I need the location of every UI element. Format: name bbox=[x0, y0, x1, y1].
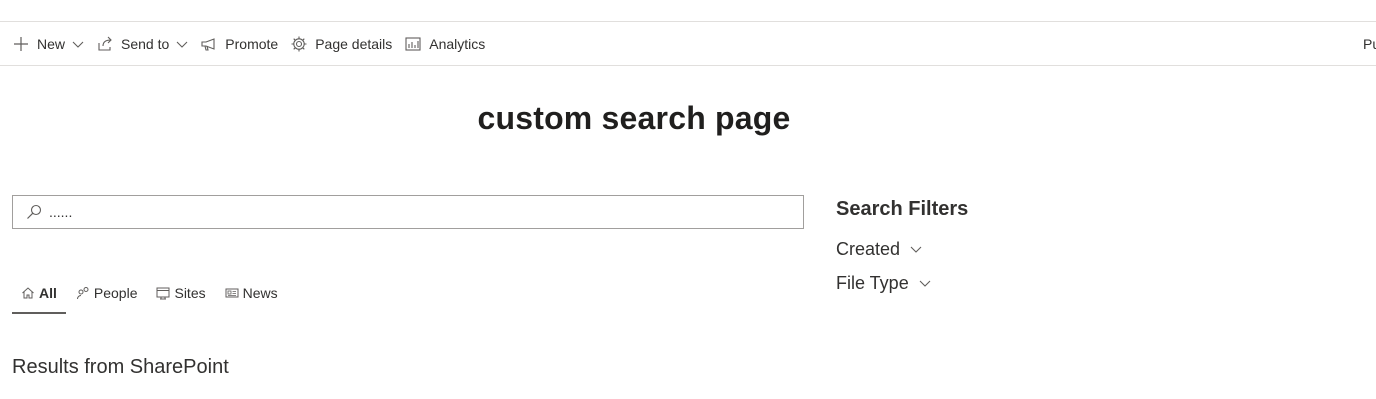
new-button-label: New bbox=[37, 35, 66, 52]
tab-sites-label: Sites bbox=[174, 285, 206, 301]
megaphone-icon bbox=[200, 35, 218, 53]
analytics-chart-icon bbox=[404, 35, 422, 53]
plus-icon bbox=[12, 35, 30, 53]
filter-created-label: Created bbox=[836, 238, 901, 259]
page-details-button[interactable]: Page details bbox=[284, 22, 398, 66]
filter-file-type[interactable]: File Type bbox=[836, 266, 968, 300]
chevron-down-icon bbox=[176, 38, 188, 50]
home-icon bbox=[21, 286, 35, 300]
people-icon bbox=[76, 286, 90, 300]
analytics-button[interactable]: Analytics bbox=[398, 22, 491, 66]
tab-news-label: News bbox=[242, 285, 278, 301]
promote-button[interactable]: Promote bbox=[194, 22, 284, 66]
search-filters-title: Search Filters bbox=[836, 198, 969, 220]
send-to-button-label: Send to bbox=[121, 35, 170, 52]
new-button[interactable]: New bbox=[6, 22, 90, 66]
page-title: custom search page bbox=[477, 100, 791, 136]
search-vertical-tabs: All People Sites News bbox=[12, 274, 288, 314]
tab-news[interactable]: News bbox=[216, 274, 287, 312]
sites-icon bbox=[156, 286, 170, 300]
command-bar: New Send to Promote Page details Analyti… bbox=[0, 22, 1376, 66]
gear-icon bbox=[290, 35, 308, 53]
page-details-button-label: Page details bbox=[315, 35, 393, 52]
promote-button-label: Promote bbox=[225, 35, 279, 52]
results-heading: Results from SharePoint bbox=[12, 356, 229, 378]
analytics-button-label: Analytics bbox=[429, 35, 486, 52]
news-icon bbox=[225, 286, 239, 300]
tab-people-label: People bbox=[93, 285, 138, 301]
share-icon bbox=[96, 35, 114, 53]
filter-created[interactable]: Created bbox=[836, 232, 968, 266]
tab-all[interactable]: All bbox=[12, 274, 66, 314]
chevron-down-icon bbox=[910, 243, 922, 255]
tab-sites[interactable]: Sites bbox=[147, 274, 214, 312]
send-to-button[interactable]: Send to bbox=[90, 22, 194, 66]
filter-file-type-label: File Type bbox=[836, 272, 909, 293]
search-box[interactable] bbox=[12, 195, 804, 229]
chevron-down-icon bbox=[72, 38, 84, 50]
search-filters-panel: Search Filters Created File Type bbox=[836, 198, 968, 300]
search-input[interactable] bbox=[49, 197, 803, 227]
chevron-down-icon bbox=[919, 277, 931, 289]
tab-people[interactable]: People bbox=[67, 274, 147, 312]
publish-button-partial[interactable]: Pu bbox=[1363, 22, 1376, 66]
tab-all-label: All bbox=[39, 285, 57, 301]
search-icon bbox=[25, 203, 43, 221]
